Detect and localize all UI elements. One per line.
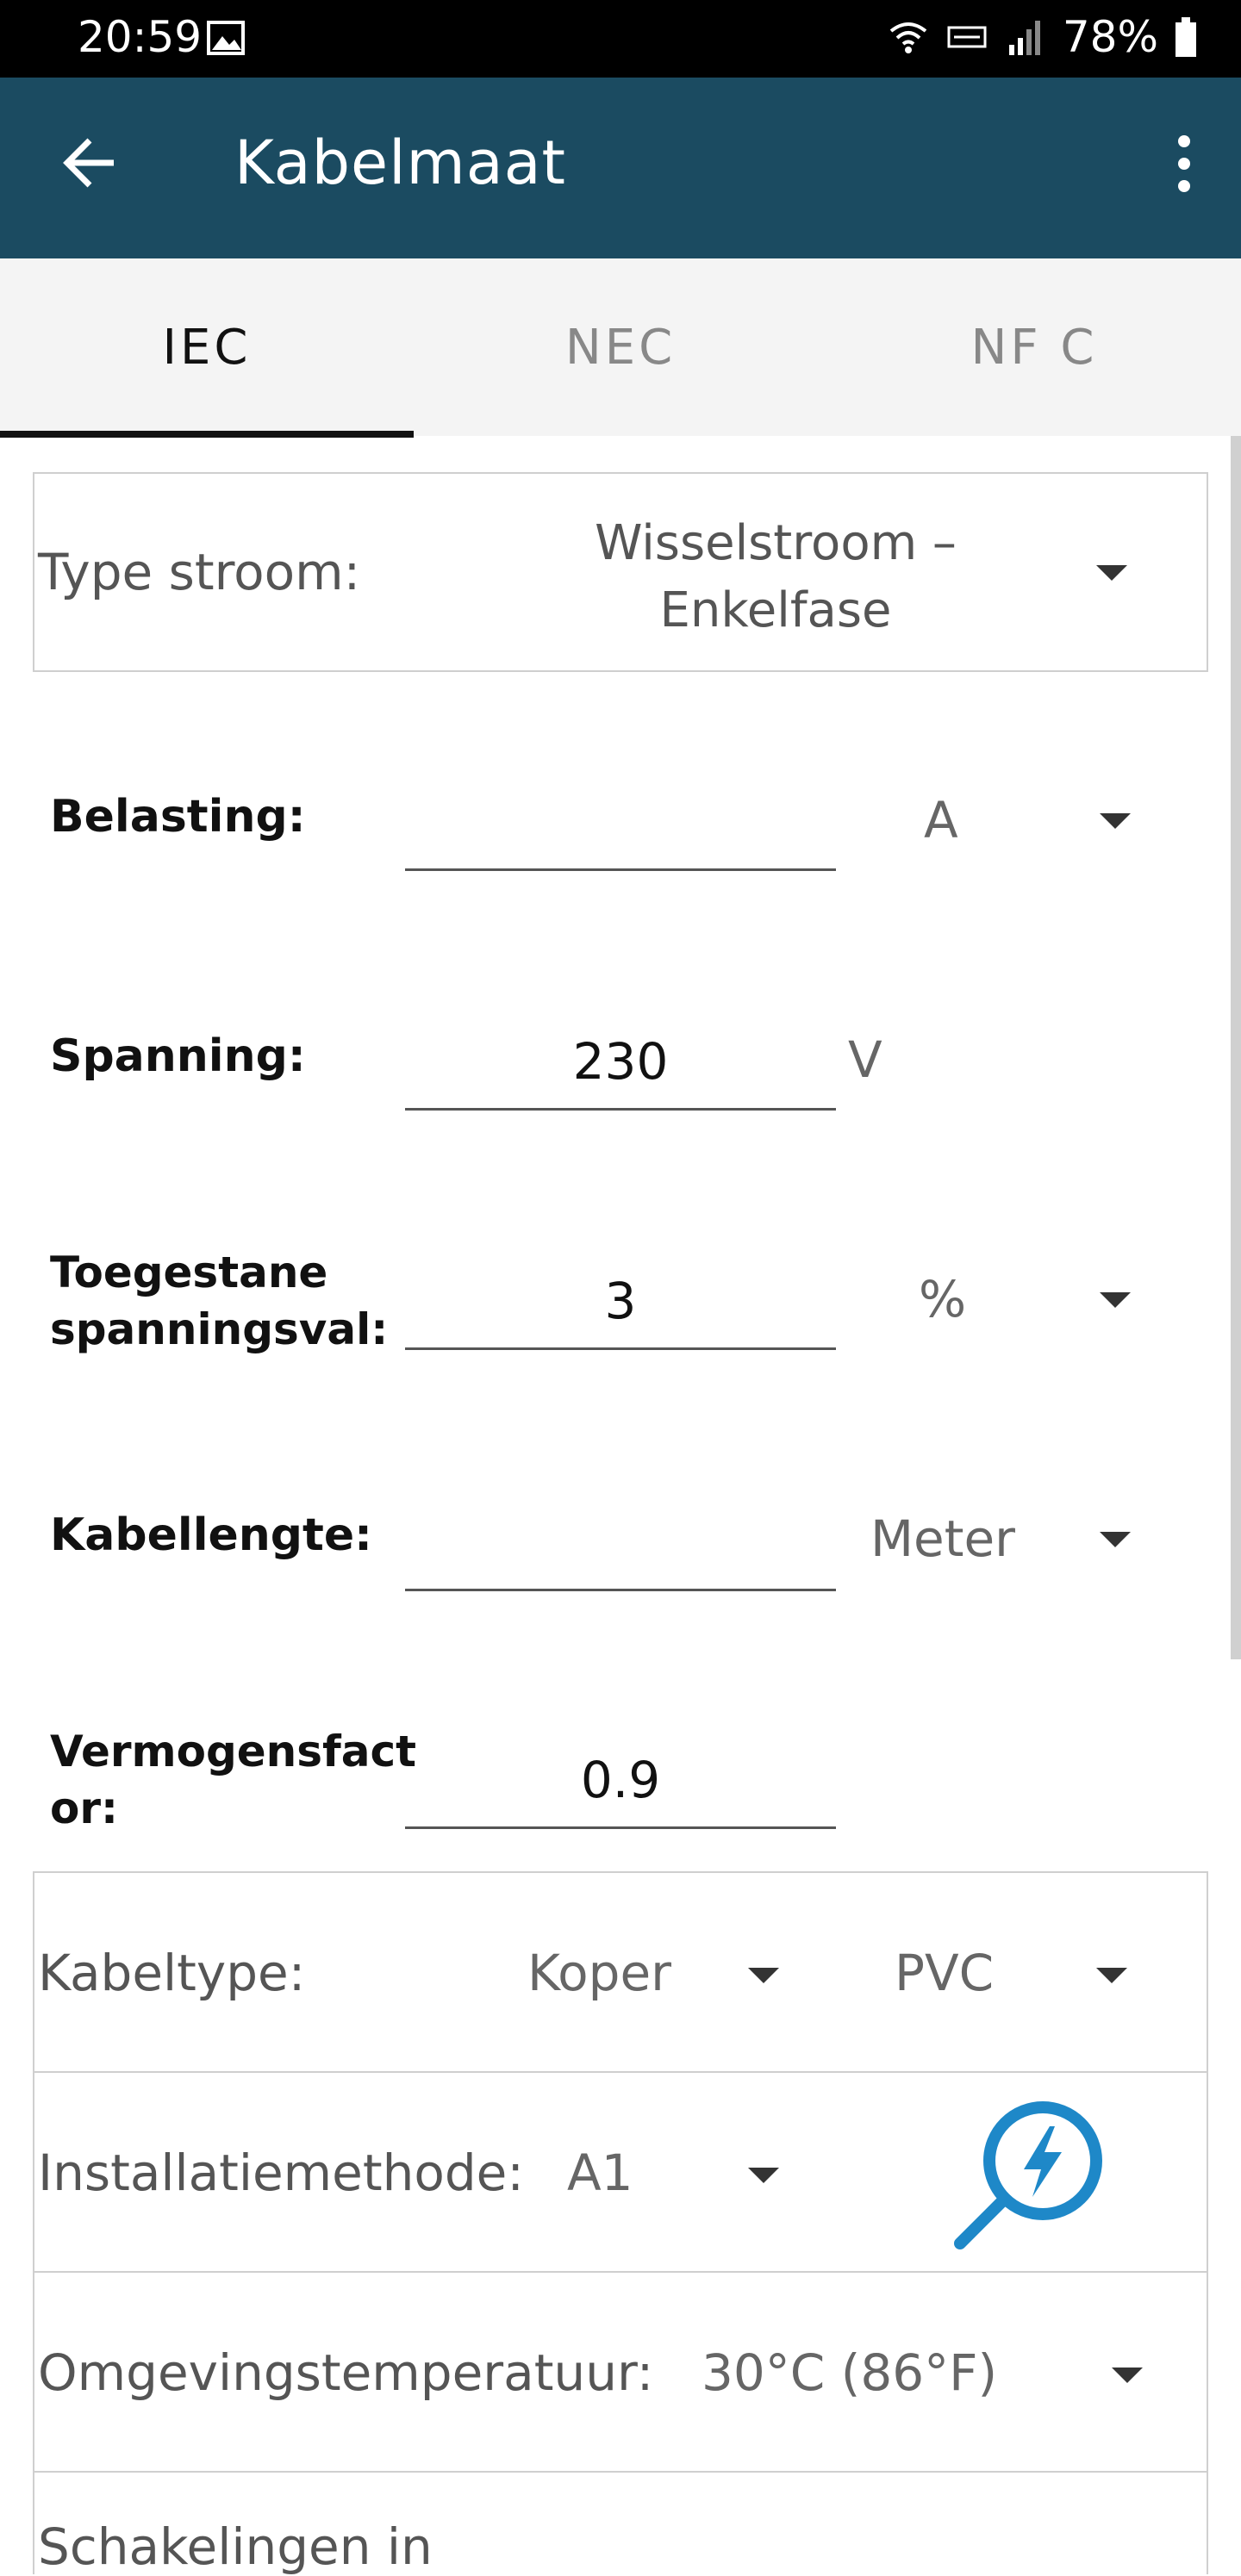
load-unit[interactable]: A: [924, 791, 958, 849]
battery-icon: [1176, 17, 1196, 57]
conductor-select[interactable]: Koper: [527, 1944, 671, 2002]
cable-length-label: Kabellengte:: [50, 1509, 372, 1561]
volte-icon: [947, 26, 987, 48]
current-type-value[interactable]: Wisselstroom – Enkelfase: [517, 510, 1034, 644]
tab-nfc[interactable]: NF C: [827, 258, 1241, 436]
tab-iec[interactable]: IEC: [0, 258, 414, 436]
status-right: 78%: [887, 12, 1198, 62]
power-factor-label-line2: or:: [50, 1783, 119, 1833]
conductor-dropdown-arrow-icon[interactable]: [748, 1968, 779, 1983]
circuits-row[interactable]: Schakelingen in: [33, 2471, 1208, 2576]
voltage-drop-label-line2: spanningsval:: [50, 1304, 389, 1354]
cable-type-label: Kabeltype:: [38, 1944, 306, 2002]
voltage-label: Spanning:: [50, 1030, 306, 1082]
lightning-search-icon[interactable]: [948, 2100, 1103, 2256]
battery-percent: 78%: [1062, 12, 1158, 62]
ambient-temperature-label: Omgevingstemperatuur:: [38, 2343, 654, 2402]
more-options-icon[interactable]: [1167, 129, 1201, 198]
cable-length-unit[interactable]: Meter: [870, 1509, 1015, 1568]
current-type-row[interactable]: Type stroom: Wisselstroom – Enkelfase: [33, 472, 1208, 672]
tab-nec[interactable]: NEC: [414, 258, 827, 436]
status-time: 20:59: [78, 12, 203, 62]
dropdown-arrow-icon[interactable]: [1096, 565, 1127, 581]
voltage-unit: V: [848, 1030, 882, 1089]
cable-length-input[interactable]: [405, 1503, 836, 1591]
cable-type-row: Kabeltype: Koper PVC: [33, 1871, 1208, 2073]
insulation-dropdown-arrow-icon[interactable]: [1096, 1968, 1127, 1983]
status-bar: 20:59 78%: [0, 0, 1241, 78]
image-notification-icon: [207, 21, 245, 55]
insulation-select[interactable]: PVC: [895, 1944, 994, 2002]
standard-tabs: IEC NEC NF C: [0, 258, 1241, 438]
voltage-drop-label: Toegestane spanningsval:: [50, 1244, 388, 1358]
installation-row: Installatiemethode: A1: [33, 2071, 1208, 2273]
signal-icon: [1008, 21, 1040, 55]
voltage-drop-unit[interactable]: %: [919, 1270, 966, 1328]
installation-dropdown-arrow-icon[interactable]: [748, 2168, 779, 2183]
ambient-temperature-row[interactable]: Omgevingstemperatuur: 30°C (86°F): [33, 2271, 1208, 2473]
current-type-value-line1: Wisselstroom –: [595, 515, 957, 571]
voltage-drop-input[interactable]: 3: [405, 1261, 836, 1350]
load-label: Belasting:: [50, 791, 306, 843]
voltage-drop-label-line1: Toegestane: [50, 1248, 328, 1297]
current-type-value-line2: Enkelfase: [659, 582, 892, 638]
wifi-icon: [889, 22, 927, 53]
voltage-input[interactable]: 230: [405, 1022, 836, 1111]
load-input[interactable]: [405, 786, 836, 871]
load-unit-dropdown-arrow-icon[interactable]: [1100, 813, 1131, 829]
tab-indicator: [0, 431, 414, 438]
page-title: Kabelmaat: [234, 128, 566, 198]
power-factor-label: Vermogensfact or:: [50, 1723, 416, 1837]
power-factor-input[interactable]: 0.9: [405, 1740, 836, 1829]
current-type-label: Type stroom:: [38, 543, 361, 601]
scrollbar[interactable]: [1231, 436, 1241, 1659]
back-arrow-icon[interactable]: [60, 133, 121, 193]
installation-label: Installatiemethode:: [38, 2144, 524, 2202]
ambient-temperature-value[interactable]: 30°C (86°F): [702, 2343, 997, 2402]
app-bar: Kabelmaat: [0, 78, 1241, 258]
installation-select[interactable]: A1: [567, 2144, 633, 2202]
cable-length-dropdown-arrow-icon[interactable]: [1100, 1532, 1131, 1547]
ambient-temperature-dropdown-arrow-icon[interactable]: [1112, 2368, 1143, 2383]
power-factor-label-line1: Vermogensfact: [50, 1727, 417, 1776]
circuits-label: Schakelingen in: [38, 2517, 433, 2576]
voltage-drop-dropdown-arrow-icon[interactable]: [1100, 1292, 1131, 1308]
